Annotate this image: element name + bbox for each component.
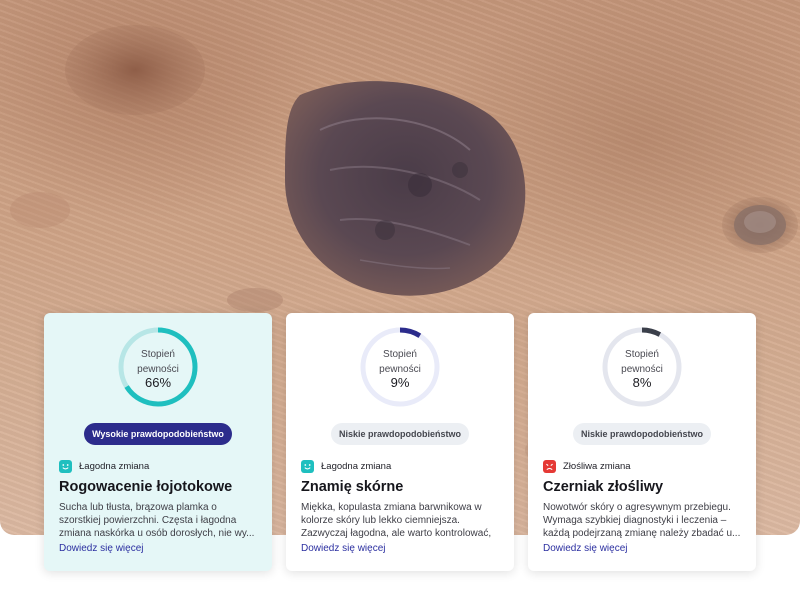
lesion-type-label: Łagodna zmiana <box>321 460 392 472</box>
confidence-value: 8% <box>632 375 652 390</box>
learn-more-link[interactable]: Dowiedz się więcej <box>59 543 143 554</box>
lesion-type-label: Łagodna zmiana <box>79 460 150 472</box>
sad-face-icon <box>543 459 556 473</box>
confidence-label: Stopień <box>625 349 659 360</box>
probability-badge: Wysokie prawdopodobieństwo <box>84 423 232 445</box>
diagnosis-description: Nowotwór skóry o agresywnym przebiegu. W… <box>543 502 741 539</box>
confidence-label: Stopień <box>383 349 417 360</box>
diagnosis-description: Sucha lub tłusta, brązowa plamka o szors… <box>59 502 255 539</box>
diagnosis-title: Rogowacenie łojotokowe <box>59 479 233 495</box>
learn-more-link[interactable]: Dowiedz się więcej <box>301 543 385 554</box>
diagnosis-card-3[interactable]: Stopień pewności 8% Niskie prawdopodobie… <box>528 313 756 571</box>
learn-more-link[interactable]: Dowiedz się więcej <box>543 543 627 554</box>
diagnosis-card-2[interactable]: Stopień pewności 9% Niskie prawdopodobie… <box>286 313 514 571</box>
diagnosis-title: Czerniak złośliwy <box>543 479 664 495</box>
confidence-label: Stopień <box>141 349 175 360</box>
probability-badge: Niskie prawdopodobieństwo <box>572 423 711 445</box>
confidence-value: 9% <box>390 375 410 390</box>
happy-face-icon <box>301 459 314 473</box>
lesion-type: Łagodna zmiana <box>301 459 391 473</box>
diagnosis-card-1[interactable]: Stopień pewności 66% Wysokie prawdopodob… <box>44 313 272 571</box>
confidence-value: 66% <box>144 375 172 390</box>
probability-badge: Niskie prawdopodobieństwo <box>330 423 469 445</box>
lesion-type-label: Złośliwa zmiana <box>563 460 631 472</box>
diagnosis-description: Miękka, kopulasta zmiana barwnikowa w ko… <box>301 502 492 539</box>
diagnosis-title: Znamię skórne <box>301 479 404 495</box>
lesion-type: Złośliwa zmiana <box>543 459 631 473</box>
happy-face-icon <box>59 459 72 473</box>
lesion-type: Łagodna zmiana <box>59 459 149 473</box>
